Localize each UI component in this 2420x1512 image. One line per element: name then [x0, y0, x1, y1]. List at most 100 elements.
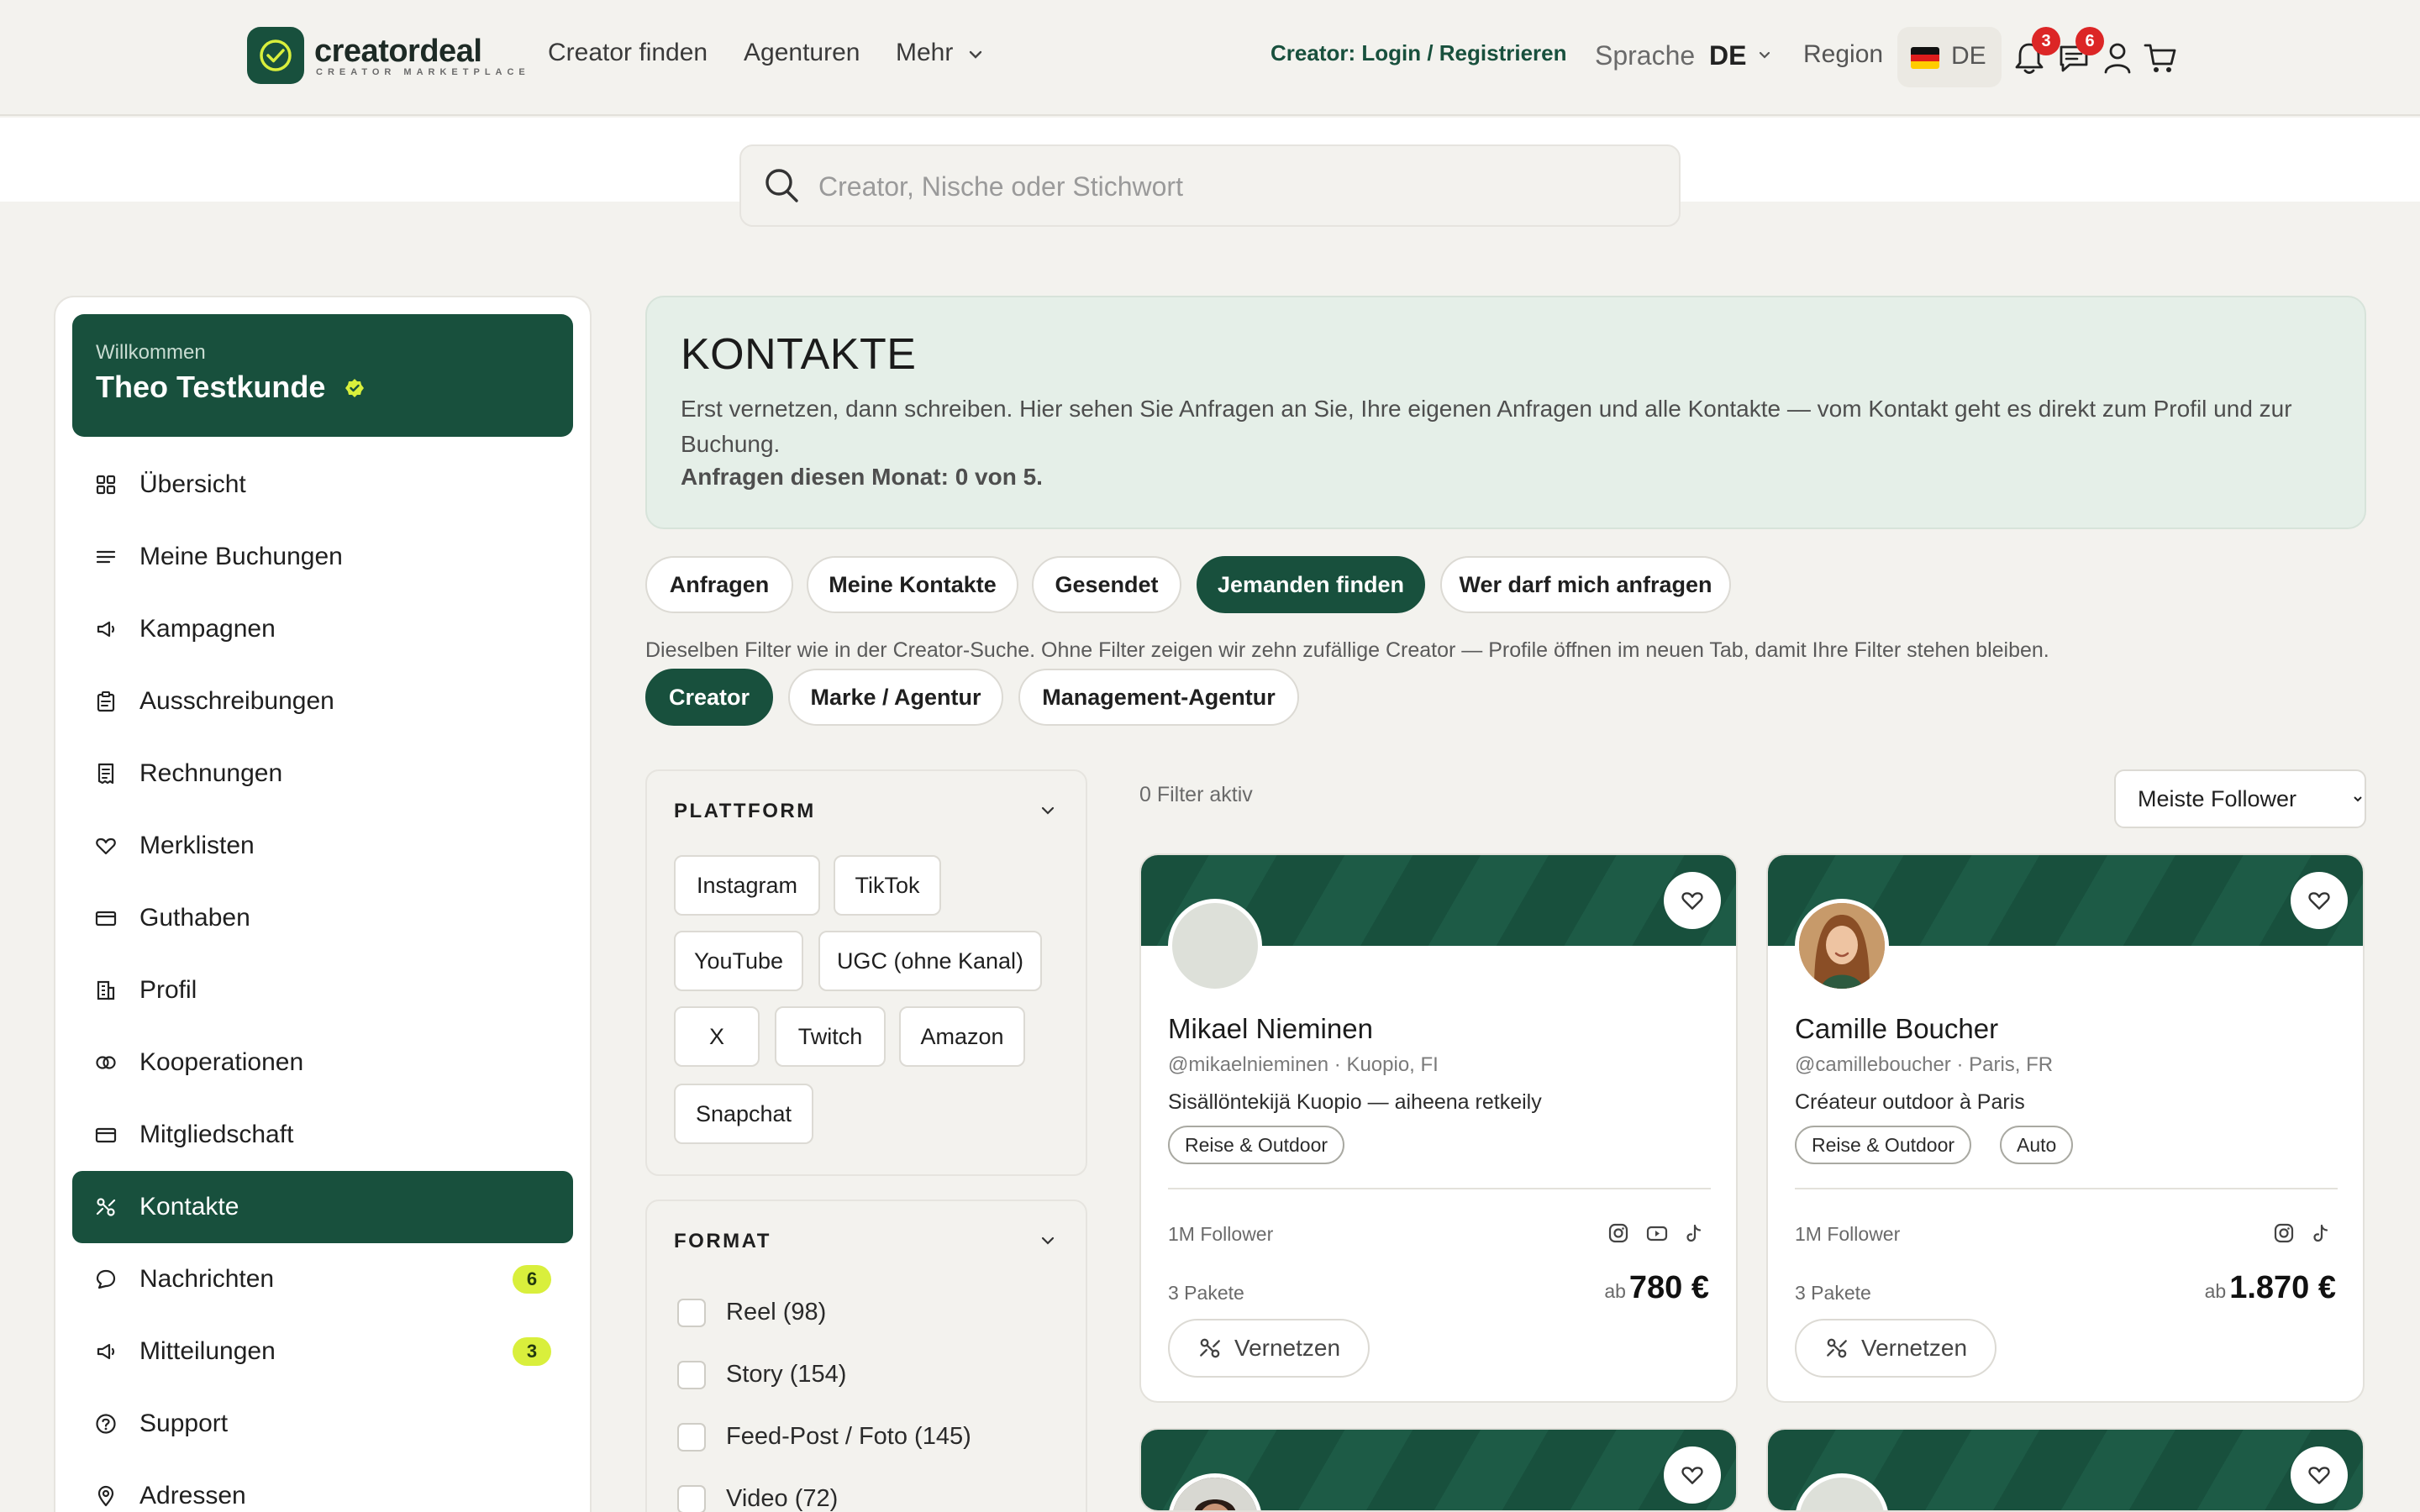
filter-hint: Dieselben Filter wie in der Creator-Such…	[645, 638, 2049, 662]
chevron-down-icon[interactable]	[968, 49, 983, 60]
sort-select[interactable]: Meiste Follower	[2114, 769, 2366, 828]
region-code: DE	[1951, 42, 1986, 70]
platform-chip-snapchat[interactable]: Snapchat	[674, 1084, 813, 1144]
platform-chip-amazon[interactable]: Amazon	[899, 1006, 1025, 1067]
language-label[interactable]: Sprache	[1595, 40, 1695, 71]
creator-card[interactable]	[1139, 1428, 1738, 1512]
favorite-button[interactable]	[1664, 1446, 1721, 1504]
sidebar-item-support[interactable]: Support	[72, 1388, 573, 1460]
tiktok-icon	[1686, 1224, 1702, 1242]
format-checkbox-feed-post[interactable]	[677, 1423, 706, 1452]
format-label-reel[interactable]: Reel (98)	[726, 1299, 826, 1326]
connect-icon	[96, 1198, 116, 1216]
format-checkbox-reel[interactable]	[677, 1299, 706, 1327]
sidebar-item-guthaben[interactable]: Guthaben	[72, 882, 573, 954]
sidebar-item-merklisten[interactable]: Merklisten	[72, 810, 573, 882]
type-tab-marke-agentur[interactable]: Marke / Agentur	[788, 669, 1003, 726]
format-label-video[interactable]: Video (72)	[726, 1485, 838, 1512]
sidebar-item-label: Kampagnen	[139, 615, 276, 643]
chevron-down-icon[interactable]	[1039, 1231, 1057, 1250]
language-value[interactable]: DE	[1709, 40, 1746, 71]
connect-icon	[1200, 1338, 1220, 1358]
sidebar-item-label: Mitgliedschaft	[139, 1121, 294, 1148]
package-count: 3 Pakete	[1795, 1282, 1871, 1304]
welcome-label: Willkommen	[96, 341, 206, 364]
divider	[1795, 1188, 2338, 1189]
tab-meine-kontakte[interactable]: Meine Kontakte	[807, 556, 1018, 613]
sidebar-item-mitteilungen[interactable]: Mitteilungen 3	[72, 1315, 573, 1388]
type-tab-creator[interactable]: Creator	[645, 669, 773, 726]
cart-icon[interactable]	[2143, 40, 2178, 76]
platform-chip-twitch[interactable]: Twitch	[775, 1006, 886, 1067]
format-checkbox-video[interactable]	[677, 1485, 706, 1512]
type-tab-management-agentur[interactable]: Management-Agentur	[1018, 669, 1299, 726]
grid-icon	[96, 475, 116, 495]
format-label-story[interactable]: Story (154)	[726, 1361, 846, 1389]
sidebar-item-meine-buchungen[interactable]: Meine Buchungen	[72, 521, 573, 593]
active-filters-count: 0 Filter aktiv	[1139, 783, 1253, 806]
chevron-down-icon[interactable]	[1039, 801, 1057, 820]
sidebar-item-label: Kontakte	[139, 1193, 239, 1221]
sidebar-item-adressen[interactable]: Adressen	[72, 1460, 573, 1512]
region-label[interactable]: Region	[1803, 40, 1883, 69]
creator-name[interactable]: Camille Boucher	[1795, 1013, 1998, 1045]
vernetzen-button[interactable]: Vernetzen	[1795, 1319, 1996, 1378]
heart-icon	[2308, 892, 2330, 910]
chat-icon	[96, 1269, 116, 1289]
sidebar-item-label: Meine Buchungen	[139, 543, 343, 570]
avatar[interactable]	[1168, 899, 1262, 993]
tiktok-icon	[2313, 1224, 2328, 1242]
creator-card[interactable]	[1766, 1428, 2365, 1512]
rings-icon	[96, 1056, 116, 1069]
category-tag: Reise & Outdoor	[1795, 1126, 1972, 1164]
package-count: 3 Pakete	[1168, 1282, 1244, 1304]
sidebar-item-kampagnen[interactable]: Kampagnen	[72, 593, 573, 665]
creator-card[interactable]: Camille Boucher @camilleboucher · Paris,…	[1766, 853, 2365, 1403]
tab-jemanden-finden[interactable]: Jemanden finden	[1197, 556, 1425, 613]
creator-name[interactable]: Mikael Nieminen	[1168, 1013, 1373, 1045]
sidebar-item-ausschreibungen[interactable]: Ausschreibungen	[72, 665, 573, 738]
nav-creator-finden[interactable]: Creator finden	[548, 39, 708, 67]
price-value: 780 €	[1628, 1270, 1709, 1305]
creator-login-link[interactable]: Creator: Login / Registrieren	[1270, 40, 1567, 66]
vernetzen-button[interactable]: Vernetzen	[1168, 1319, 1370, 1378]
sidebar-item-uebersicht[interactable]: Übersicht	[72, 449, 573, 521]
tab-gesendet[interactable]: Gesendet	[1032, 556, 1181, 613]
tab-anfragen[interactable]: Anfragen	[645, 556, 793, 613]
favorite-button[interactable]	[1664, 872, 1721, 929]
chevron-down-icon[interactable]	[1758, 50, 1771, 60]
price: ab 1.870 €	[2205, 1270, 2336, 1306]
search-input[interactable]	[818, 170, 1642, 203]
follower-count: 1M Follower	[1795, 1223, 1901, 1245]
category-tag: Reise & Outdoor	[1168, 1126, 1345, 1164]
favorite-button[interactable]	[2291, 872, 2348, 929]
sidebar-item-profil[interactable]: Profil	[72, 954, 573, 1026]
platform-chip-instagram[interactable]: Instagram	[674, 855, 820, 916]
sidebar-item-kooperationen[interactable]: Kooperationen	[72, 1026, 573, 1099]
sidebar-item-kontakte[interactable]: Kontakte	[72, 1171, 573, 1243]
avatar[interactable]	[1795, 899, 1889, 993]
platform-chip-youtube[interactable]: YouTube	[674, 931, 803, 991]
nav-mehr[interactable]: Mehr	[896, 39, 953, 67]
sidebar-item-label: Mitteilungen	[139, 1337, 276, 1365]
tab-wer-darf-mich-anfragen[interactable]: Wer darf mich anfragen	[1440, 556, 1731, 613]
sidebar-item-nachrichten[interactable]: Nachrichten 6	[72, 1243, 573, 1315]
logo-wordmark[interactable]: creatordeal	[314, 34, 482, 70]
nav-agenturen[interactable]: Agenturen	[744, 39, 860, 67]
sidebar-item-label: Merklisten	[139, 832, 255, 859]
avatar-photo	[1799, 903, 1885, 989]
platform-chip-x[interactable]: X	[674, 1006, 760, 1067]
sidebar-item-mitgliedschaft[interactable]: Mitgliedschaft	[72, 1099, 573, 1171]
platform-chip-ugc[interactable]: UGC (ohne Kanal)	[818, 931, 1042, 991]
format-checkbox-story[interactable]	[677, 1361, 706, 1389]
format-label-feed-post[interactable]: Feed-Post / Foto (145)	[726, 1423, 971, 1451]
user-icon[interactable]	[2102, 40, 2133, 76]
logo-icon[interactable]	[247, 27, 304, 84]
platform-chip-tiktok[interactable]: TikTok	[834, 855, 941, 916]
sidebar-item-rechnungen[interactable]: Rechnungen	[72, 738, 573, 810]
mitteilungen-count-badge: 3	[513, 1337, 551, 1366]
creator-card[interactable]: Mikael Nieminen @mikaelnieminen · Kuopio…	[1139, 853, 1738, 1403]
favorite-button[interactable]	[2291, 1446, 2348, 1504]
messages-badge: 6	[2075, 27, 2104, 55]
sidebar-item-label: Profil	[139, 976, 197, 1004]
